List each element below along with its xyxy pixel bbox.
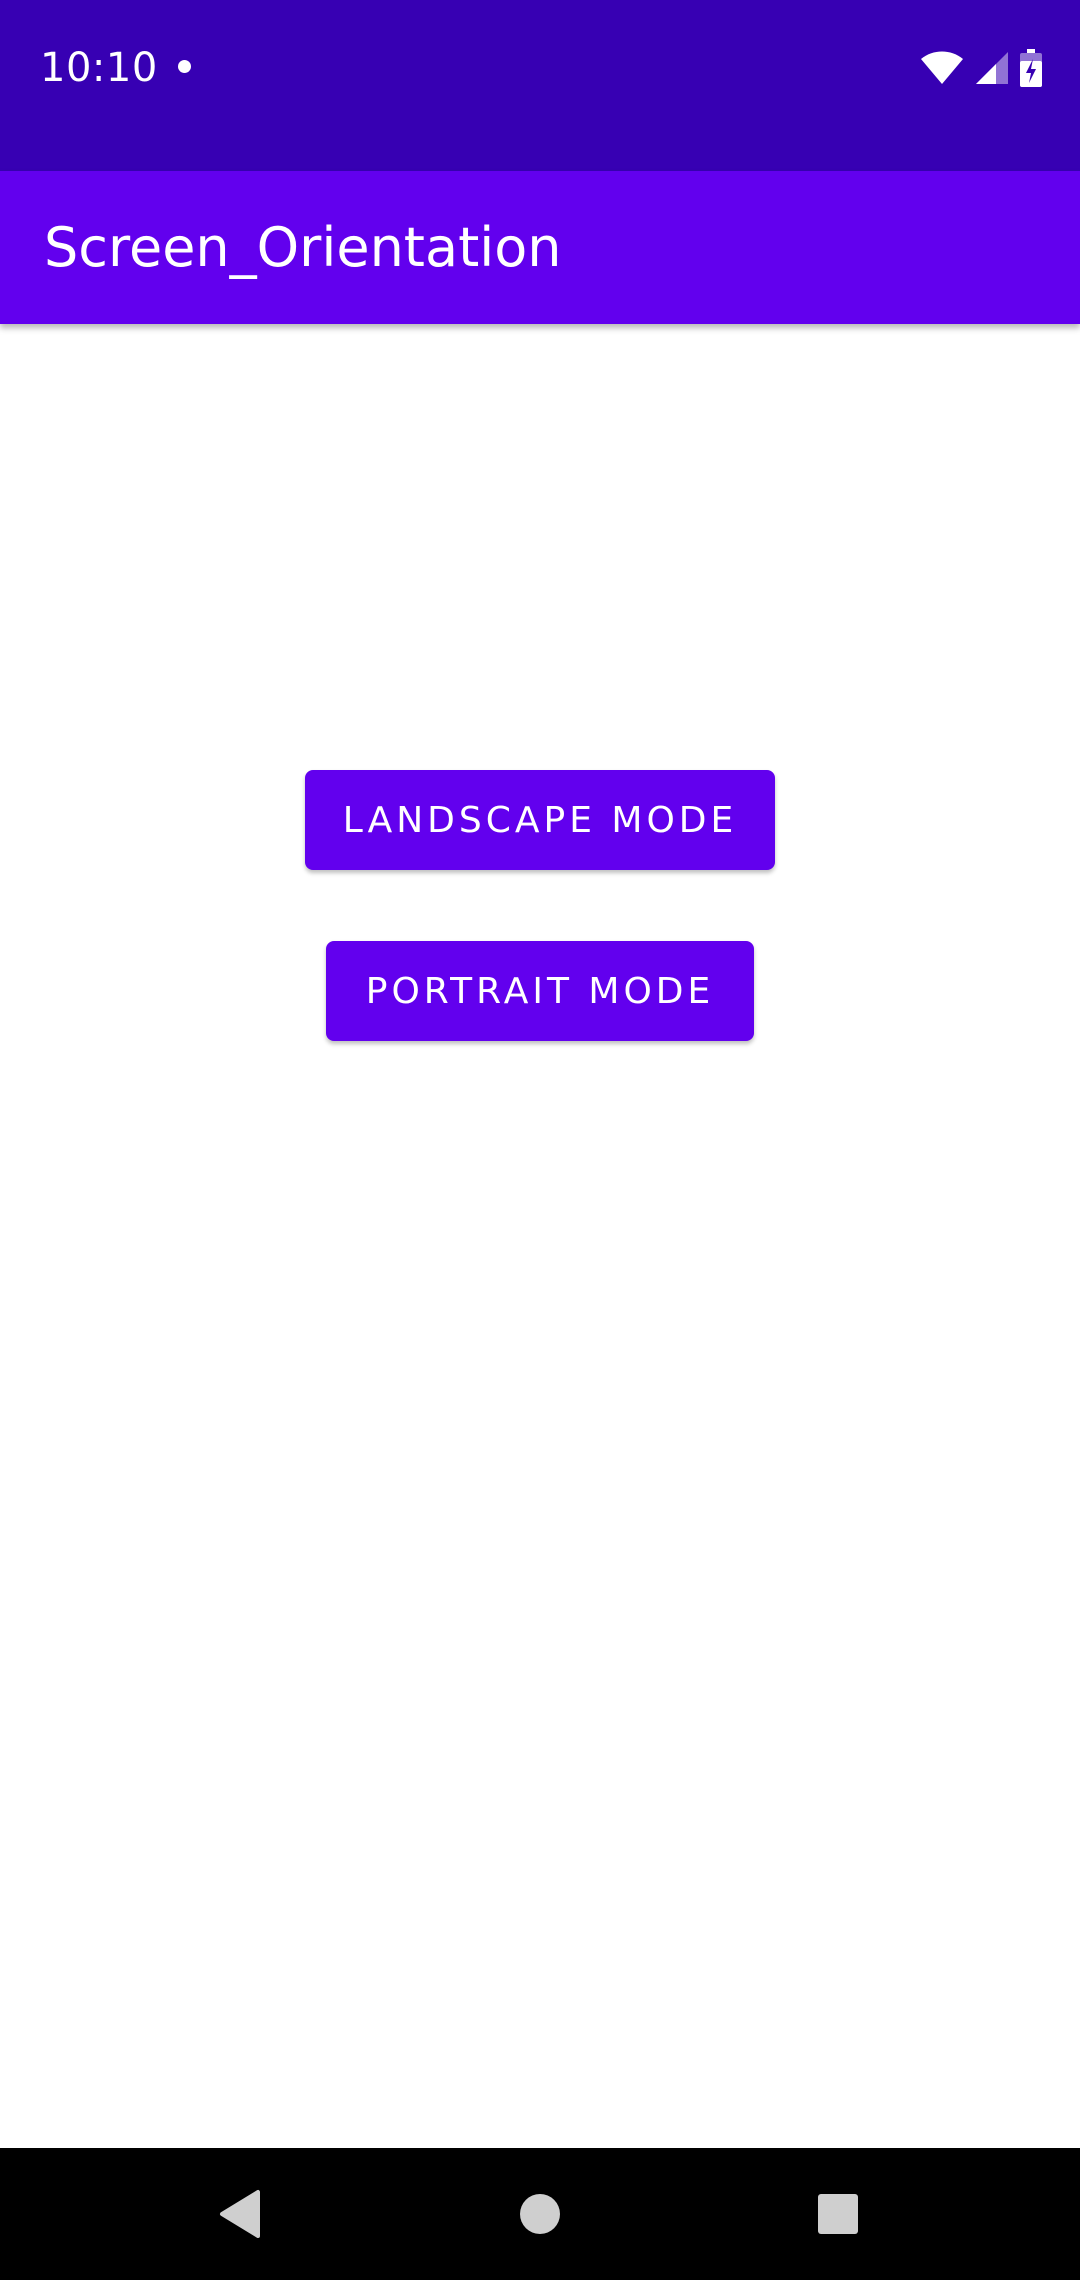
battery-icon — [1020, 49, 1042, 87]
cell-signal-icon — [974, 50, 1010, 86]
home-icon — [520, 2194, 560, 2234]
portrait-mode-button[interactable]: PORTRAIT MODE — [326, 941, 754, 1041]
status-icons — [920, 48, 1042, 88]
back-icon — [220, 2190, 260, 2238]
app-bar: Screen_Orientation — [0, 171, 1080, 324]
wifi-icon — [920, 51, 964, 85]
recents-button[interactable] — [772, 2148, 904, 2280]
notification-dot-icon — [178, 60, 191, 73]
main-content: LANDSCAPE MODE PORTRAIT MODE — [0, 324, 1080, 2148]
status-bar: 10:10 — [0, 0, 1080, 171]
status-time: 10:10 — [40, 45, 158, 91]
navigation-bar — [0, 2148, 1080, 2280]
app-title: Screen_Orientation — [44, 216, 562, 279]
landscape-mode-button[interactable]: LANDSCAPE MODE — [305, 770, 775, 870]
screen: 10:10 Screen_Orientation LANDSCAPE MODE … — [0, 0, 1080, 2280]
back-button[interactable] — [174, 2148, 306, 2280]
home-button[interactable] — [474, 2148, 606, 2280]
recents-icon — [818, 2194, 858, 2234]
